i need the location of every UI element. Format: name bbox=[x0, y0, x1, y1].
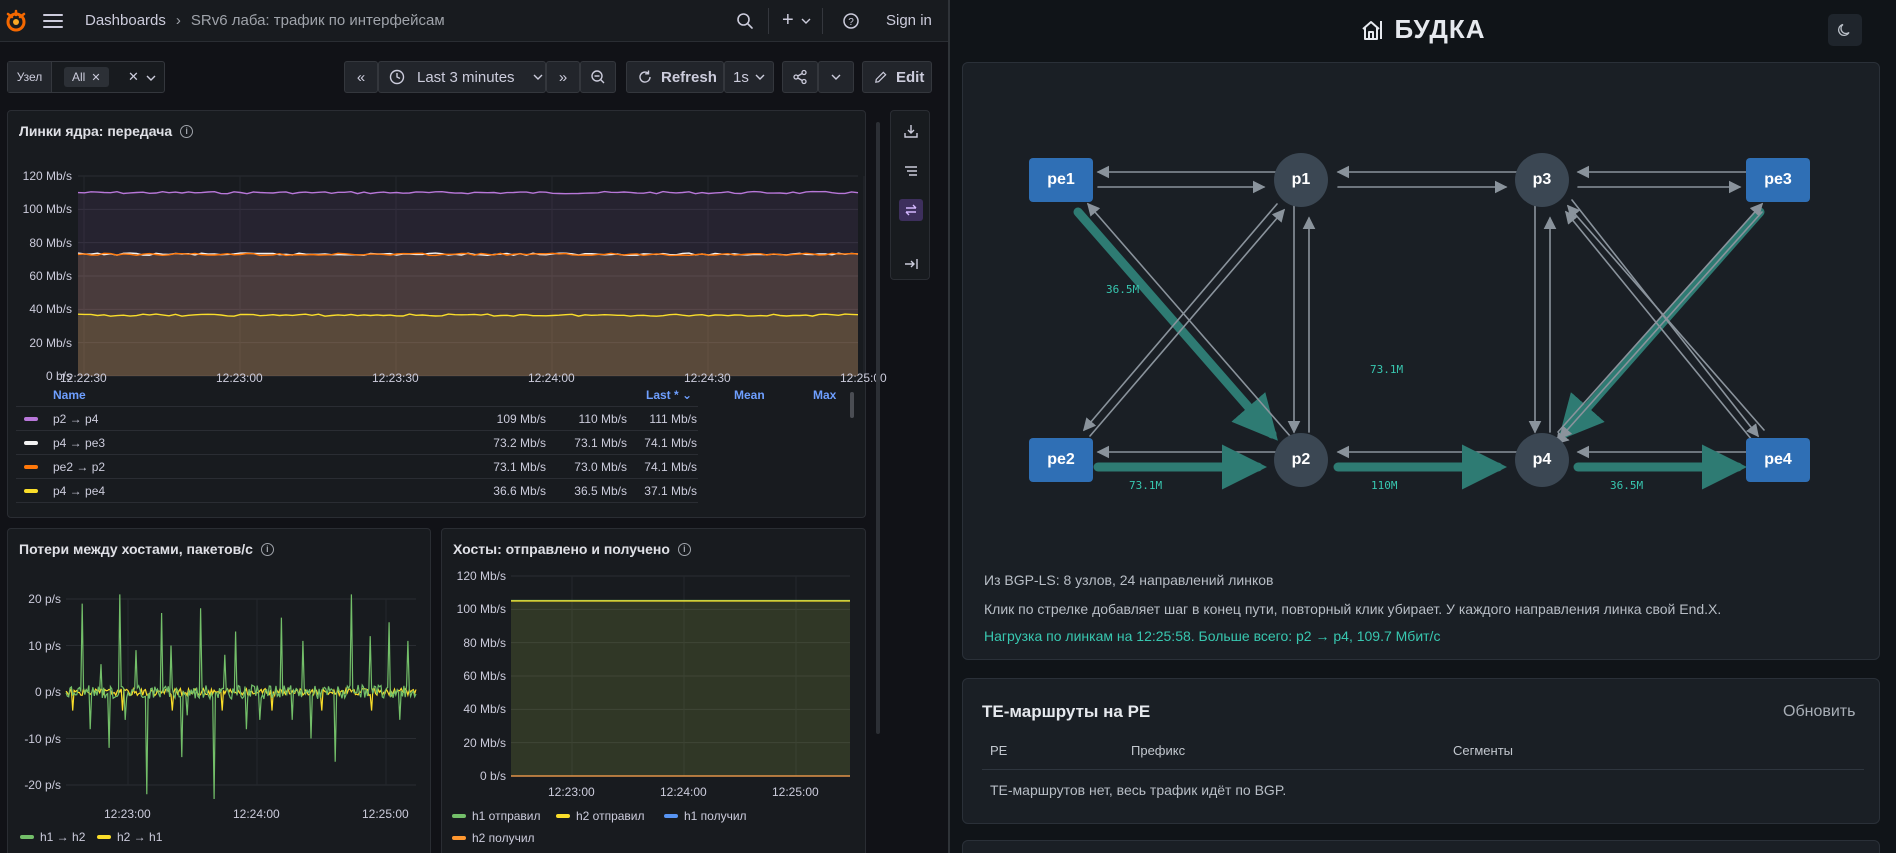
te-refresh-button[interactable]: Обновить bbox=[1783, 703, 1855, 721]
node-p4[interactable]: p4 bbox=[1515, 433, 1569, 487]
legend-label: h2 отправил bbox=[576, 809, 645, 823]
y-tick-label: 20 p/s bbox=[28, 592, 61, 606]
budka-pane: БУДКА pe1 p1 p3 pe3 pe2 p2 p4 pe4 36.5M 73.1M 73.1… bbox=[950, 0, 1896, 853]
legend-item[interactable]: h2 → h1 bbox=[97, 830, 162, 844]
legend-item[interactable]: h1 получил bbox=[664, 809, 747, 823]
node-pe1[interactable]: pe1 bbox=[1029, 158, 1093, 202]
edge-load-label: 73.1M bbox=[1129, 479, 1163, 492]
legend-item[interactable]: h1 → h2 bbox=[20, 830, 85, 844]
topology-info-hint: Клик по стрелке добавляет шаг в конец пу… bbox=[984, 601, 1722, 617]
edge-load-label: 110M bbox=[1371, 479, 1398, 492]
te-header-divider bbox=[982, 769, 1864, 770]
legend-swatch bbox=[556, 814, 570, 818]
legend-swatch bbox=[664, 814, 678, 818]
y-tick-label: 0 b/s bbox=[479, 769, 506, 783]
y-tick-label: 40 Mb/s bbox=[463, 702, 506, 717]
y-tick-label: 10 p/s bbox=[28, 638, 61, 653]
legend-swatch bbox=[452, 814, 466, 818]
edge-load-label: 36.5M bbox=[1610, 479, 1644, 492]
legend-item[interactable]: h2 получил bbox=[452, 831, 535, 845]
link-arrow[interactable] bbox=[1082, 203, 1278, 432]
y-tick-label: 60 Mb/s bbox=[463, 669, 506, 683]
y-tick-label: 0 p/s bbox=[34, 685, 61, 699]
legend-swatch bbox=[97, 835, 111, 839]
te-empty-message: TE-маршрутов нет, весь трафик идёт по BG… bbox=[990, 782, 1287, 798]
series-line-h1-h2[interactable] bbox=[65, 594, 417, 800]
y-tick-label: -10 p/s bbox=[24, 731, 61, 746]
grafana-pane: Dashboards › SRv6 лаба: трафик по интерф… bbox=[0, 0, 948, 853]
link-arrow[interactable] bbox=[1089, 208, 1286, 437]
te-routes-title: TE-маршруты на PE bbox=[982, 702, 1151, 721]
topology-info-nodes: Из BGP-LS: 8 узлов, 24 направлений линко… bbox=[984, 572, 1274, 588]
te-header-pe: PE bbox=[990, 743, 1008, 758]
link-arrow[interactable] bbox=[1557, 202, 1764, 433]
x-tick-label: 12:24:00 bbox=[233, 807, 280, 821]
link-arrow[interactable] bbox=[1571, 199, 1759, 438]
legend-label: h1 получил bbox=[684, 809, 747, 823]
next-card bbox=[962, 840, 1880, 853]
legend-label: h2 → h1 bbox=[117, 830, 163, 844]
x-tick-label: 12:25:00 bbox=[362, 807, 409, 821]
y-tick-label: 100 Mb/s bbox=[456, 602, 506, 617]
node-pe3[interactable]: pe3 bbox=[1746, 158, 1810, 202]
topology-load-line: Нагрузка по линкам на 12:25:58. Больше в… bbox=[984, 628, 1441, 644]
edge-load-label: 36.5M bbox=[1106, 283, 1140, 296]
legend-item[interactable]: h2 отправил bbox=[556, 809, 645, 823]
x-tick-label: 12:23:00 bbox=[104, 807, 151, 821]
y-tick-label: -20 p/s bbox=[24, 778, 61, 792]
y-tick-label: 20 Mb/s bbox=[463, 735, 506, 750]
y-tick-label: 80 Mb/s bbox=[463, 635, 506, 650]
node-pe4[interactable]: pe4 bbox=[1746, 438, 1810, 482]
series-area bbox=[511, 601, 850, 776]
te-routes-card: TE-маршруты на PE Обновить PE Префикс Се… bbox=[962, 678, 1880, 824]
node-p3[interactable]: p3 bbox=[1515, 153, 1569, 207]
x-tick-label: 12:25:00 bbox=[772, 785, 819, 799]
legend-label: h1 → h2 bbox=[40, 830, 86, 844]
y-tick-label: 120 Mb/s bbox=[456, 569, 506, 583]
link-arrow[interactable] bbox=[1558, 211, 1763, 440]
edge-load-label: 73.1M bbox=[1370, 363, 1404, 376]
x-tick-label: 12:24:00 bbox=[660, 785, 707, 799]
te-header-segments: Сегменты bbox=[1453, 743, 1514, 758]
legend-label: h2 получил bbox=[472, 831, 535, 845]
legend-swatch bbox=[20, 835, 34, 839]
legend-swatch bbox=[452, 836, 466, 840]
node-p1[interactable]: p1 bbox=[1274, 153, 1328, 207]
legend-item[interactable]: h1 отправил bbox=[452, 809, 541, 823]
node-p2[interactable]: p2 bbox=[1274, 433, 1328, 487]
te-header-prefix: Префикс bbox=[1131, 743, 1186, 758]
legend-label: h1 отправил bbox=[472, 809, 541, 823]
node-pe2[interactable]: pe2 bbox=[1029, 438, 1093, 482]
x-tick-label: 12:23:00 bbox=[548, 785, 595, 799]
bottom-charts-svg bbox=[65, 575, 850, 800]
